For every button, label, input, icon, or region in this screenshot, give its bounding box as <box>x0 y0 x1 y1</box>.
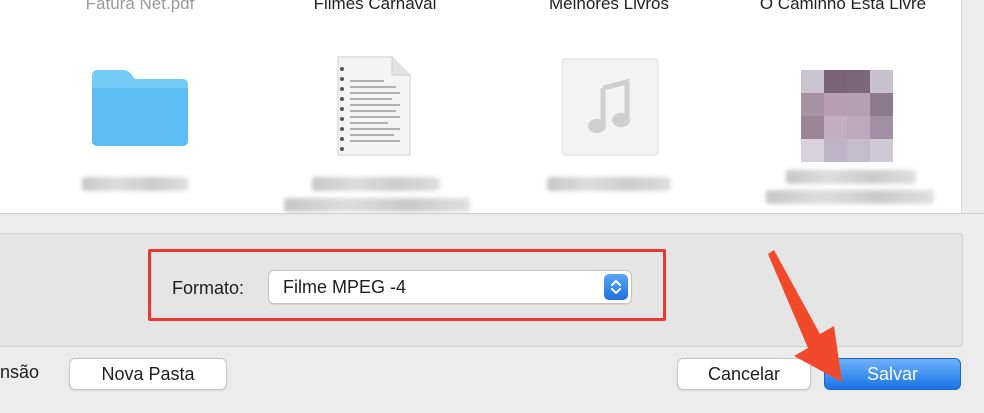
format-select[interactable]: Filme MPEG -4 <box>268 270 632 304</box>
new-folder-button[interactable]: Nova Pasta <box>69 358 227 390</box>
file-name: Melhores Livros <box>549 0 669 13</box>
blurred-file-info <box>547 177 671 191</box>
select-stepper-icon[interactable] <box>604 274 628 300</box>
arrow-annotation-icon <box>760 248 860 393</box>
blurred-file-info <box>786 170 916 184</box>
blurred-file-info <box>284 198 470 212</box>
music-file-icon <box>561 58 659 161</box>
extension-toggle-label[interactable]: nsão <box>0 362 39 383</box>
image-thumbnail-icon <box>801 70 893 167</box>
blurred-file-info <box>766 190 934 204</box>
file-name: Filmes Carnaval <box>313 0 437 13</box>
scroll-gutter <box>961 0 984 213</box>
format-select-value: Filme MPEG -4 <box>283 277 407 297</box>
file-name: O Caminho Está Livre <box>759 0 927 13</box>
folder-icon <box>90 66 190 151</box>
format-label: Formato: <box>172 278 245 298</box>
file-name: Fatura Net.pdf <box>85 0 195 13</box>
blurred-file-info <box>312 177 440 191</box>
file-browser: Fatura Net.pdf Filmes Carnaval Melhores … <box>0 0 984 214</box>
document-icon <box>334 55 412 162</box>
blurred-file-info <box>82 177 188 191</box>
